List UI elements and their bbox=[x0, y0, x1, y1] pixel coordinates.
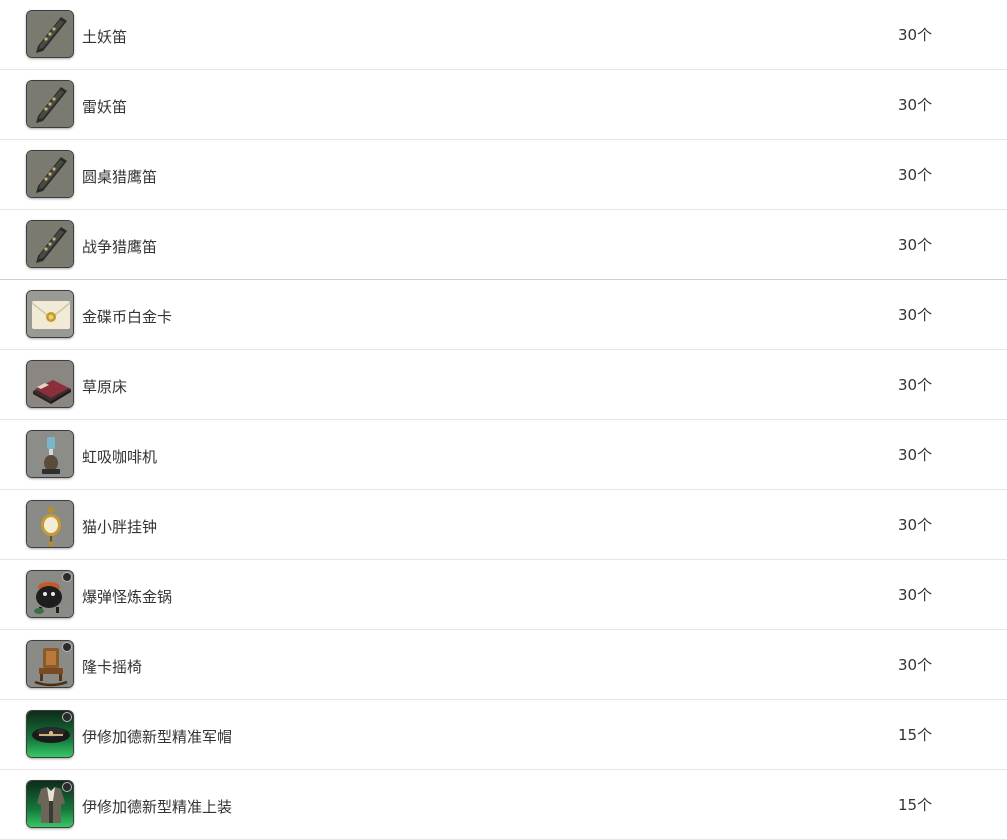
coat-icon bbox=[26, 780, 74, 828]
list-item: 战争猎鹰笛 30个 bbox=[0, 210, 1007, 280]
military-hat-icon bbox=[26, 710, 74, 758]
cauldron-icon bbox=[26, 570, 74, 618]
list-item: 隆卡摇椅 30个 bbox=[0, 630, 1007, 700]
envelope-card-icon bbox=[26, 290, 74, 338]
list-item: 金碟币白金卡 30个 bbox=[0, 280, 1007, 350]
item-name: 草原床 bbox=[82, 378, 128, 396]
list-item: 爆弹怪炼金锅 30个 bbox=[0, 560, 1007, 630]
item-name: 猫小胖挂钟 bbox=[82, 518, 158, 536]
item-quantity: 30个 bbox=[898, 26, 933, 44]
status-dot bbox=[62, 642, 72, 652]
status-dot bbox=[62, 712, 72, 722]
item-name: 土妖笛 bbox=[82, 28, 128, 46]
status-dot bbox=[62, 572, 72, 582]
list-item: 草原床 30个 bbox=[0, 350, 1007, 420]
item-quantity: 30个 bbox=[898, 166, 933, 184]
list-item: 猫小胖挂钟 30个 bbox=[0, 490, 1007, 560]
flute-icon bbox=[26, 220, 74, 268]
item-name: 虹吸咖啡机 bbox=[82, 448, 158, 466]
item-name: 圆桌猎鹰笛 bbox=[82, 168, 158, 186]
item-name: 雷妖笛 bbox=[82, 98, 128, 116]
list-item: 虹吸咖啡机 30个 bbox=[0, 420, 1007, 490]
item-quantity: 30个 bbox=[898, 446, 933, 464]
item-quantity: 30个 bbox=[898, 96, 933, 114]
item-quantity: 30个 bbox=[898, 586, 933, 604]
item-name: 战争猎鹰笛 bbox=[82, 238, 158, 256]
item-quantity: 30个 bbox=[898, 306, 933, 324]
item-name: 金碟币白金卡 bbox=[82, 308, 173, 326]
list-item: 伊修加德新型精准上装 15个 bbox=[0, 770, 1007, 840]
flute-icon bbox=[26, 150, 74, 198]
list-item: 土妖笛 30个 bbox=[0, 0, 1007, 70]
item-quantity: 30个 bbox=[898, 656, 933, 674]
list-item: 雷妖笛 30个 bbox=[0, 70, 1007, 140]
flute-icon bbox=[26, 10, 74, 58]
bed-icon bbox=[26, 360, 74, 408]
item-quantity: 30个 bbox=[898, 516, 933, 534]
status-dot bbox=[62, 782, 72, 792]
item-name: 伊修加德新型精准上装 bbox=[82, 798, 233, 816]
list-item: 伊修加德新型精准军帽 15个 bbox=[0, 700, 1007, 770]
item-quantity: 15个 bbox=[898, 726, 933, 744]
item-name: 爆弹怪炼金锅 bbox=[82, 588, 173, 606]
item-name: 伊修加德新型精准军帽 bbox=[82, 728, 233, 746]
item-name: 隆卡摇椅 bbox=[82, 658, 143, 676]
coffee-siphon-icon bbox=[26, 430, 74, 478]
list-item: 圆桌猎鹰笛 30个 bbox=[0, 140, 1007, 210]
flute-icon bbox=[26, 80, 74, 128]
item-quantity: 30个 bbox=[898, 236, 933, 254]
wall-clock-icon bbox=[26, 500, 74, 548]
item-quantity: 30个 bbox=[898, 376, 933, 394]
item-quantity: 15个 bbox=[898, 796, 933, 814]
rocking-chair-icon bbox=[26, 640, 74, 688]
